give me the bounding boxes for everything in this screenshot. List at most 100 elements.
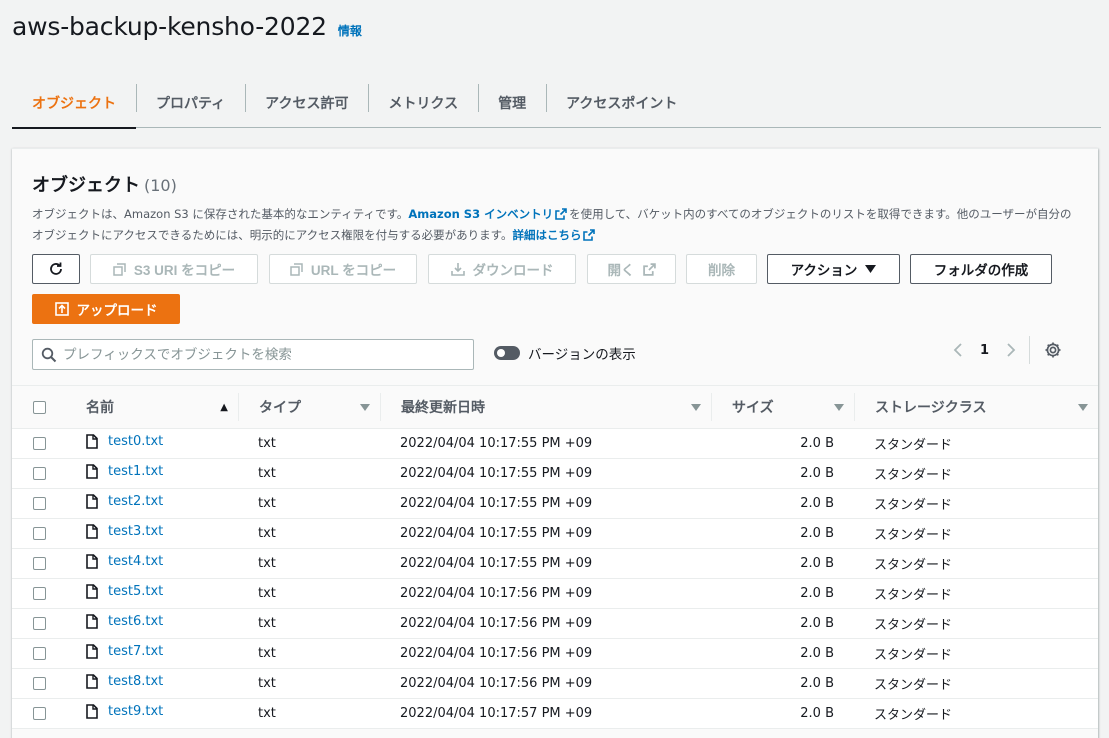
object-link[interactable]: test9.txt xyxy=(86,704,163,719)
cell-name: test6.txt xyxy=(66,609,238,639)
table-header-row: 名前 ▲ タイプ 最終更新日時 サイズ ストレージクラス xyxy=(12,385,1098,429)
object-link[interactable]: test5.txt xyxy=(86,584,163,599)
tab-objects[interactable]: オブジェクト xyxy=(12,78,136,129)
row-checkbox[interactable] xyxy=(33,497,46,510)
cell-size: 2.0 B xyxy=(800,526,834,541)
row-checkbox[interactable] xyxy=(33,677,46,690)
column-name[interactable]: 名前 ▲ xyxy=(66,386,238,429)
open-button[interactable]: 開く xyxy=(587,254,676,284)
cell-size: 2.0 B xyxy=(800,466,834,481)
learn-more-link[interactable]: 詳細はこちら xyxy=(512,228,581,242)
object-name: test2.txt xyxy=(108,494,164,509)
row-checkbox[interactable] xyxy=(33,467,46,480)
object-link[interactable]: test6.txt xyxy=(86,614,163,629)
column-storage-class[interactable]: ストレージクラス xyxy=(854,386,1098,429)
inventory-link[interactable]: Amazon S3 インベントリ xyxy=(408,207,553,221)
chevron-left-icon[interactable] xyxy=(952,342,964,358)
table-row[interactable]: test0.txt txt 2022/04/04 10:17:55 PM +09 2.… xyxy=(12,429,1098,459)
object-count: (10) xyxy=(144,176,177,195)
delete-button[interactable]: 削除 xyxy=(686,254,757,284)
row-checkbox[interactable] xyxy=(33,707,46,720)
gear-icon[interactable] xyxy=(1044,341,1062,359)
object-name: test8.txt xyxy=(108,674,164,689)
chevron-right-icon[interactable] xyxy=(1005,342,1017,358)
object-name: test9.txt xyxy=(108,704,164,719)
table-row[interactable]: test8.txt txt 2022/04/04 10:17:56 PM +09 2.… xyxy=(12,669,1098,699)
cell-storage-class: スタンダード xyxy=(874,678,953,693)
tab-label: オブジェクト xyxy=(32,96,116,112)
column-size[interactable]: サイズ xyxy=(711,386,854,429)
tab-label: プロパティ xyxy=(156,96,226,112)
panel-title: オブジェクト (10) xyxy=(32,171,177,197)
download-button[interactable]: ダウンロード xyxy=(428,254,576,284)
table-row[interactable]: test5.txt txt 2022/04/04 10:17:56 PM +09 2.… xyxy=(12,579,1098,609)
search-input[interactable] xyxy=(63,346,443,363)
row-checkbox[interactable] xyxy=(33,437,46,450)
cell-storage-class: スタンダード xyxy=(874,498,953,513)
sort-ascending-icon: ▲ xyxy=(220,401,228,413)
external-link-icon xyxy=(583,229,596,241)
file-icon xyxy=(86,674,98,689)
object-link[interactable]: test1.txt xyxy=(86,464,163,479)
select-all-checkbox[interactable] xyxy=(33,400,46,414)
sort-caret-icon xyxy=(834,403,844,411)
upload-button[interactable]: アップロード xyxy=(32,294,180,324)
show-versions-label: バージョンの表示 xyxy=(528,347,636,363)
object-name: test4.txt xyxy=(108,554,164,569)
object-name: test1.txt xyxy=(108,464,164,479)
object-link[interactable]: test2.txt xyxy=(86,494,163,509)
cell-size: 2.0 B xyxy=(800,646,834,661)
cell-type: txt xyxy=(258,526,276,541)
show-versions-toggle[interactable] xyxy=(494,346,520,360)
cell-size: 2.0 B xyxy=(800,496,834,511)
object-link[interactable]: test7.txt xyxy=(86,644,163,659)
tab-metrics[interactable]: メトリクス xyxy=(368,78,478,128)
row-checkbox[interactable] xyxy=(33,617,46,630)
cell-size: 2.0 B xyxy=(800,586,834,601)
cell-last-modified: 2022/04/04 10:17:57 PM +09 xyxy=(400,706,593,721)
table-row[interactable]: test1.txt txt 2022/04/04 10:17:55 PM +09 2.… xyxy=(12,459,1098,489)
button-label: フォルダの作成 xyxy=(933,263,1029,278)
info-link[interactable]: 情報 xyxy=(338,22,362,39)
create-folder-button[interactable]: フォルダの作成 xyxy=(910,254,1052,284)
cell-last-modified: 2022/04/04 10:17:56 PM +09 xyxy=(400,616,593,631)
cell-type: txt xyxy=(258,676,276,691)
object-link[interactable]: test0.txt xyxy=(86,434,163,449)
objects-panel: オブジェクト (10) オブジェクトは、Amazon S3 に保存された基本的なエ… xyxy=(12,148,1098,738)
table-row[interactable]: test9.txt txt 2022/04/04 10:17:57 PM +09 2.… xyxy=(12,699,1098,729)
sort-caret-icon xyxy=(360,403,370,411)
row-checkbox[interactable] xyxy=(33,647,46,660)
table-row[interactable]: test3.txt txt 2022/04/04 10:17:55 PM +09 2.… xyxy=(12,519,1098,549)
cell-storage-class: スタンダード xyxy=(874,618,953,633)
search-icon xyxy=(41,347,57,362)
refresh-button[interactable] xyxy=(32,254,80,284)
row-checkbox[interactable] xyxy=(33,587,46,600)
row-select-cell xyxy=(12,639,66,669)
tab-access-points[interactable]: アクセスポイント xyxy=(546,78,697,128)
table-row[interactable]: test2.txt txt 2022/04/04 10:17:55 PM +09 2.… xyxy=(12,489,1098,519)
cell-name: test9.txt xyxy=(66,699,238,729)
row-checkbox[interactable] xyxy=(33,527,46,540)
cell-size: 2.0 B xyxy=(800,436,834,451)
tab-permissions[interactable]: アクセス許可 xyxy=(245,78,368,128)
cell-name: test5.txt xyxy=(66,579,238,609)
table-row[interactable]: test4.txt txt 2022/04/04 10:17:55 PM +09 2.… xyxy=(12,549,1098,579)
column-last-modified[interactable]: 最終更新日時 xyxy=(380,386,711,429)
cell-storage-class: スタンダード xyxy=(874,708,953,723)
tab-label: 管理 xyxy=(498,96,527,112)
copy-s3-uri-button[interactable]: S3 URI をコピー xyxy=(90,254,258,284)
object-link[interactable]: test8.txt xyxy=(86,674,163,689)
table-row[interactable]: test7.txt txt 2022/04/04 10:17:56 PM +09 2.… xyxy=(12,639,1098,669)
table-row[interactable]: test6.txt txt 2022/04/04 10:17:56 PM +09 2.… xyxy=(12,609,1098,639)
current-page[interactable]: 1 xyxy=(980,343,989,358)
object-link[interactable]: test4.txt xyxy=(86,554,163,569)
tab-management[interactable]: 管理 xyxy=(478,78,546,128)
object-link[interactable]: test3.txt xyxy=(86,524,163,539)
tab-properties[interactable]: プロパティ xyxy=(136,78,245,128)
column-type[interactable]: タイプ xyxy=(238,386,380,429)
file-icon xyxy=(86,554,98,569)
copy-url-button[interactable]: URL をコピー xyxy=(269,254,417,284)
file-icon xyxy=(86,584,98,599)
actions-dropdown-button[interactable]: アクション xyxy=(767,254,900,284)
row-checkbox[interactable] xyxy=(33,557,46,570)
